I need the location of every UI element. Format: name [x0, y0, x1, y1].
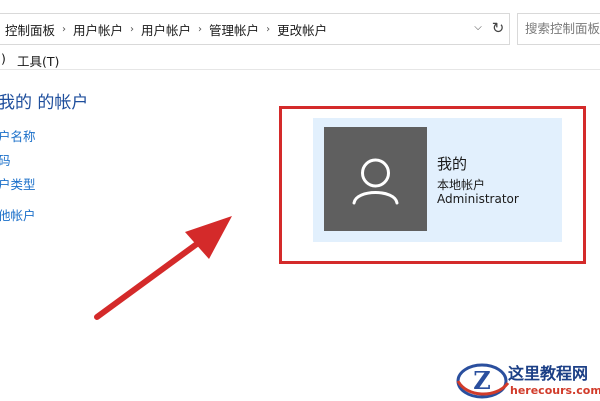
annotation-arrow-icon: [94, 216, 232, 320]
watermark-url: herecours.com: [510, 384, 600, 397]
watermark-logo-letter: Z: [473, 366, 491, 395]
watermark-title: 这里教程网: [508, 364, 589, 383]
